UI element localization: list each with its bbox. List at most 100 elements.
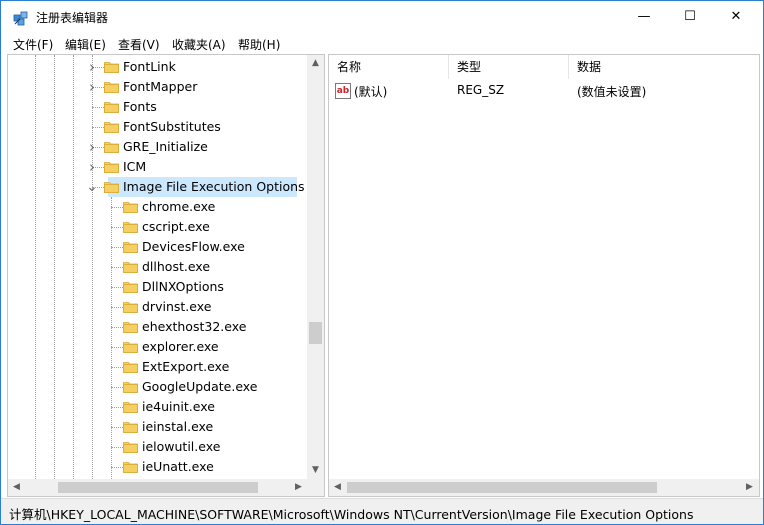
minimize-button[interactable]: — <box>621 1 667 33</box>
chevron-right-icon[interactable]: › <box>86 140 98 155</box>
tree-node-child[interactable]: ie4uinit.exe <box>8 397 308 417</box>
folder-icon <box>123 240 138 253</box>
tree-node-child[interactable]: ehexthost32.exe <box>8 317 308 337</box>
tree-node-label: Image File Execution Options <box>123 179 305 194</box>
tree-node-label: cscript.exe <box>142 219 210 234</box>
scroll-down-icon[interactable]: ▼ <box>309 464 322 477</box>
tree-node[interactable]: › FontMapper <box>8 77 308 97</box>
tree-node-child[interactable]: dllhost.exe <box>8 257 308 277</box>
list-horizontal-scroll-thumb[interactable] <box>347 482 657 493</box>
tree-node-label: ieinstal.exe <box>142 419 214 434</box>
tree-node-label: explorer.exe <box>142 339 219 354</box>
tree-vertical-scroll-thumb[interactable] <box>309 322 322 344</box>
current-key-path: 计算机\HKEY_LOCAL_MACHINE\SOFTWARE\Microsof… <box>9 507 694 522</box>
minimize-icon: — <box>637 9 651 24</box>
tree-node-label: ie4uinit.exe <box>142 399 215 414</box>
folder-icon <box>104 160 119 173</box>
tree-node-child[interactable]: explorer.exe <box>8 337 308 357</box>
regedit-app-icon <box>13 11 28 26</box>
folder-icon <box>123 380 138 393</box>
tree-node[interactable]: › GRE_Initialize <box>8 137 308 157</box>
menu-file[interactable]: 文件(F) <box>13 36 53 53</box>
tree-node-label: ExtExport.exe <box>142 359 230 374</box>
tree-guide-line <box>92 107 104 108</box>
tree-node-child[interactable]: ielowutil.exe <box>8 437 308 457</box>
folder-icon <box>123 400 138 413</box>
folder-icon <box>123 260 138 273</box>
title-bar[interactable]: 注册表编辑器 — ☐ ✕ <box>1 1 763 33</box>
scroll-left-icon[interactable]: ◀ <box>10 481 23 494</box>
tree-node-label: FontMapper <box>123 79 198 94</box>
folder-icon <box>123 200 138 213</box>
maximize-button[interactable]: ☐ <box>667 1 713 33</box>
tree-node-label: DevicesFlow.exe <box>142 239 245 254</box>
folder-icon <box>123 460 138 473</box>
folder-icon <box>123 420 138 433</box>
tree-node-child[interactable]: ieinstal.exe <box>8 417 308 437</box>
folder-icon <box>104 100 119 113</box>
tree-node-label: drvinst.exe <box>142 299 212 314</box>
registry-editor-window: 注册表编辑器 — ☐ ✕ 文件(F) 编辑(E) 查看(V) 收藏夹(A) 帮助… <box>0 0 764 525</box>
tree-node-label: dllhost.exe <box>142 259 211 274</box>
folder-icon <box>123 440 138 453</box>
registry-key-tree[interactable]: › FontLink › FontMapper Fonts FontSubstitutes… <box>7 54 325 497</box>
menu-edit[interactable]: 编辑(E) <box>65 36 106 53</box>
tree-node-label: DllNXOptions <box>142 279 224 294</box>
string-value-icon: ab <box>335 83 351 99</box>
folder-icon <box>123 220 138 233</box>
tree-node[interactable]: FontSubstitutes <box>8 117 308 137</box>
tree-horizontal-scrollbar[interactable]: ◀ ▶ <box>8 479 307 496</box>
tree-node-child[interactable]: DevicesFlow.exe <box>8 237 308 257</box>
tree-node[interactable]: › ICM <box>8 157 308 177</box>
tree-node[interactable]: ⌄ Image File Execution Options <box>8 177 308 197</box>
scroll-right-icon[interactable]: ▶ <box>292 481 305 494</box>
tree-node-label: chrome.exe <box>142 199 216 214</box>
tree-horizontal-scroll-thumb[interactable] <box>58 482 258 493</box>
tree-node-label: ieUnatt.exe <box>142 459 214 474</box>
scroll-left-icon[interactable]: ◀ <box>331 481 344 494</box>
scrollbar-corner <box>307 479 324 496</box>
tree-guide-line <box>92 127 104 128</box>
chevron-right-icon[interactable]: › <box>86 160 98 175</box>
chevron-right-icon[interactable]: › <box>86 80 98 95</box>
list-horizontal-scrollbar[interactable]: ◀ ▶ <box>329 479 759 496</box>
scroll-right-icon[interactable]: ▶ <box>743 481 756 494</box>
folder-icon <box>104 120 119 133</box>
chevron-down-icon[interactable]: ⌄ <box>86 180 98 194</box>
tree-node-child[interactable]: DllNXOptions <box>8 277 308 297</box>
column-header-data[interactable]: 数据 <box>569 55 759 79</box>
folder-icon <box>123 340 138 353</box>
column-header-type[interactable]: 类型 <box>449 55 569 79</box>
tree-node-label: FontSubstitutes <box>123 119 221 134</box>
scroll-up-icon[interactable]: ▲ <box>309 57 322 70</box>
folder-icon <box>123 320 138 333</box>
menu-view[interactable]: 查看(V) <box>118 36 160 53</box>
tree-node[interactable]: Fonts <box>8 97 308 117</box>
chevron-right-icon[interactable]: › <box>86 60 98 75</box>
tree-node-label: ielowutil.exe <box>142 439 221 454</box>
tree-node-child[interactable]: ExtExport.exe <box>8 357 308 377</box>
tree-node-label: Fonts <box>123 99 157 114</box>
folder-icon <box>123 280 138 293</box>
tree-node-label: ehexthost32.exe <box>142 319 247 334</box>
menu-favorites[interactable]: 收藏夹(A) <box>172 36 226 53</box>
menu-help[interactable]: 帮助(H) <box>238 36 280 53</box>
folder-icon <box>104 60 119 73</box>
folder-icon <box>123 300 138 313</box>
close-icon: ✕ <box>730 9 742 24</box>
tree-node-child[interactable]: cscript.exe <box>8 217 308 237</box>
status-bar: 计算机\HKEY_LOCAL_MACHINE\SOFTWARE\Microsof… <box>1 498 763 524</box>
tree-node-child[interactable]: chrome.exe <box>8 197 308 217</box>
tree-node-child[interactable]: drvinst.exe <box>8 297 308 317</box>
tree-node[interactable]: › FontLink <box>8 57 308 77</box>
close-button[interactable]: ✕ <box>713 1 759 33</box>
value-type: REG_SZ <box>457 83 505 97</box>
column-header-name[interactable]: 名称 <box>329 55 449 79</box>
folder-icon <box>123 360 138 373</box>
maximize-icon: ☐ <box>684 9 696 24</box>
tree-node-child[interactable]: ieUnatt.exe <box>8 457 308 477</box>
tree-node-label: GoogleUpdate.exe <box>142 379 258 394</box>
registry-value-list[interactable]: 名称 类型 数据 ab (默认) REG_SZ (数值未设置) ◀ ▶ <box>328 54 760 497</box>
tree-node-child[interactable]: GoogleUpdate.exe <box>8 377 308 397</box>
tree-vertical-scrollbar[interactable]: ▲ ▼ <box>307 55 324 479</box>
